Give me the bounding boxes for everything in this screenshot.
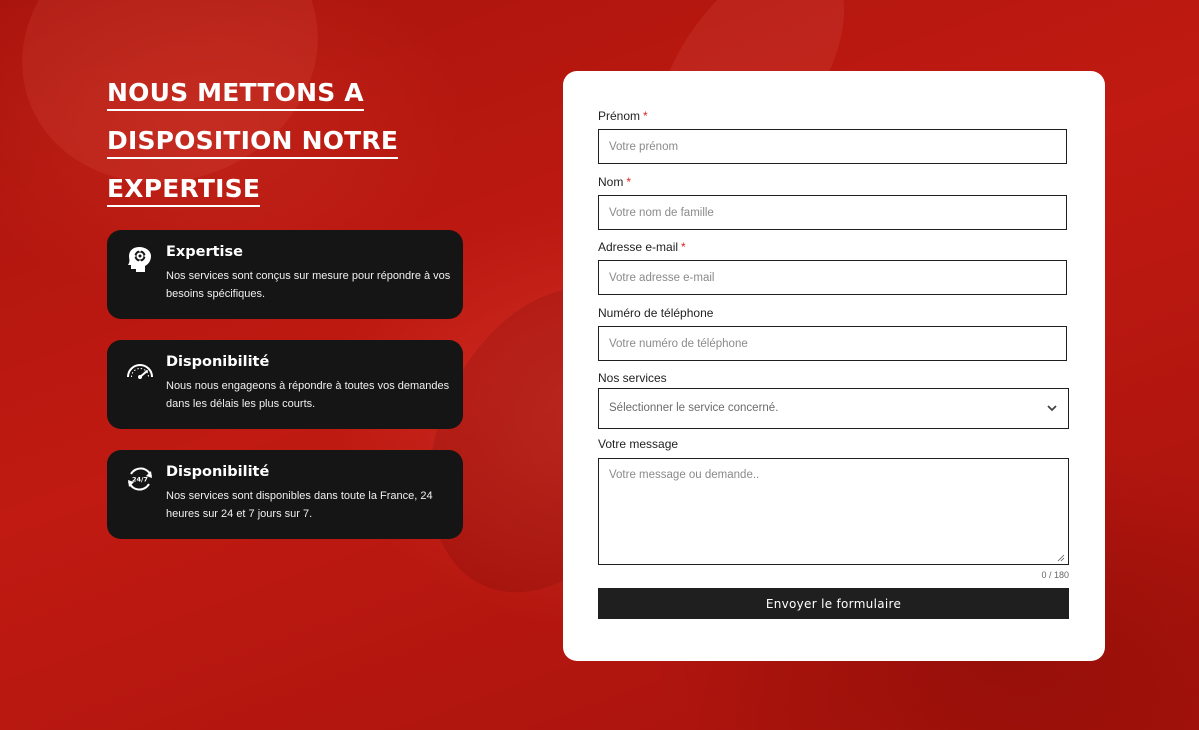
firstname-input[interactable] <box>598 129 1067 164</box>
feature-title: Disponibilité <box>166 464 270 480</box>
phone-label: Numéro de téléphone <box>598 306 714 320</box>
headline-line-2: DISPOSITION NOTRE <box>107 126 399 159</box>
service-select[interactable]: Sélectionner le service concerné. <box>598 388 1069 429</box>
message-textarea[interactable] <box>598 458 1069 565</box>
head-gear-icon <box>128 247 151 272</box>
feature-title: Disponibilité <box>166 354 270 370</box>
message-label: Votre message <box>598 437 679 451</box>
headline-line-3: EXPERTISE <box>107 174 261 207</box>
feature-title: Expertise <box>166 244 243 260</box>
firstname-label: Prénom * <box>598 109 648 123</box>
feature-description: Nous nous engageons à répondre à toutes … <box>166 380 450 410</box>
clock-24-7-label: 24/7 <box>132 476 148 484</box>
feature-card-disponibilite: Disponibilité Nous nous engageons à répo… <box>107 340 463 429</box>
hero-section: NOUS METTONS A DISPOSITION NOTRE EXPERTI… <box>107 72 467 216</box>
feature-card-expertise: Expertise Nos services sont conçus sur m… <box>107 230 463 319</box>
service-label: Nos services <box>598 371 667 385</box>
required-mark: * <box>626 175 632 189</box>
email-input[interactable] <box>598 260 1067 295</box>
lastname-input[interactable] <box>598 195 1067 230</box>
message-char-counter: 0 / 180 <box>1041 570 1069 580</box>
required-mark: * <box>643 109 648 123</box>
resize-handle-icon[interactable] <box>1057 554 1065 562</box>
service-select-value: Sélectionner le service concerné. <box>609 402 779 414</box>
headline-line-1: NOUS METTONS A <box>107 78 364 111</box>
required-mark: * <box>681 240 686 254</box>
lastname-label: Nom * <box>598 175 632 189</box>
chevron-down-icon <box>1047 405 1057 412</box>
speedometer-icon <box>127 364 153 379</box>
contact-form: Prénom* Nom* Adresse e-mail* Numéro de t… <box>563 71 1105 661</box>
page-title: NOUS METTONS A DISPOSITION NOTRE EXPERTI… <box>107 72 467 216</box>
feature-card-disponibilite-24-7: 24/7 Disponibilité Nos services sont dis… <box>107 450 463 539</box>
feature-description: Nos services sont conçus sur mesure pour… <box>166 270 451 300</box>
submit-button[interactable]: Envoyer le formulaire <box>598 588 1069 619</box>
phone-input[interactable] <box>598 326 1067 361</box>
clock-24-7-icon: 24/7 <box>128 467 152 491</box>
feature-description: Nos services sont disponibles dans toute… <box>166 490 433 520</box>
email-label: Adresse e-mail * <box>598 240 686 254</box>
